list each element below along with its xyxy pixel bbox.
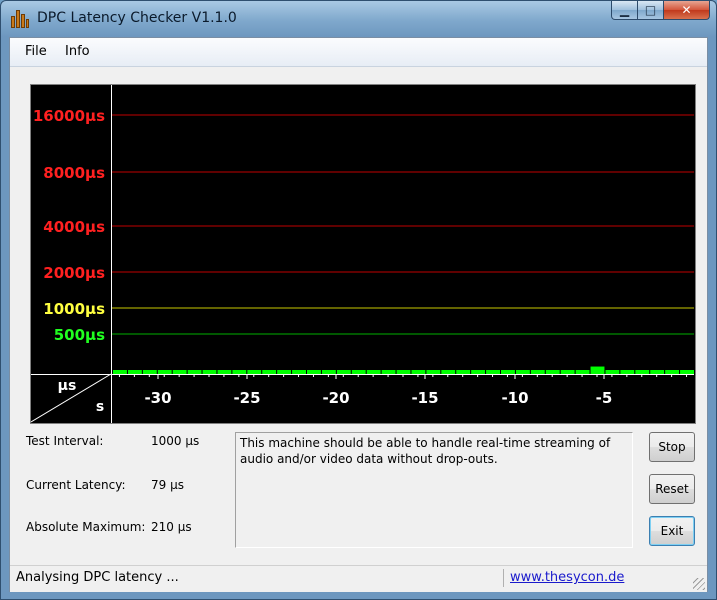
x-tick-label: -20 (322, 389, 349, 407)
latency-bar (381, 370, 396, 374)
latency-bar (307, 370, 321, 374)
stop-button[interactable]: Stop (649, 432, 695, 462)
latency-bar (336, 370, 351, 374)
latency-bar (471, 370, 486, 374)
latency-bar (142, 370, 157, 374)
status-text: Analysing DPC latency ... (16, 570, 179, 585)
window-title: DPC Latency Checker V1.1.0 (37, 10, 237, 26)
latency-bar (157, 370, 172, 374)
x-tick-label: -5 (596, 389, 613, 407)
x-tick-label: -30 (144, 389, 171, 407)
latency-graph: 16000µs 8000µs 4000µs 2000µs 1000µs 500µs µs s -… (30, 84, 696, 424)
latency-bar (560, 370, 575, 374)
y-axis-label: 500µs (54, 326, 105, 344)
y-axis-label: 2000µs (43, 264, 105, 282)
latency-bar (441, 370, 456, 374)
y-axis-label: 1000µs (43, 300, 105, 318)
latency-bar (575, 370, 590, 374)
latency-bar (292, 370, 306, 374)
corner-unit-x: s (96, 399, 104, 415)
latency-bar (277, 370, 292, 374)
close-button[interactable]: ✕ (664, 1, 710, 20)
latency-bar (486, 370, 500, 374)
maximize-button[interactable]: □ (638, 1, 664, 20)
menu-info[interactable]: Info (65, 44, 90, 59)
latency-bar (187, 370, 202, 374)
close-icon: ✕ (681, 3, 692, 17)
latency-bar (366, 370, 381, 374)
latency-bar (515, 370, 530, 374)
app-bars-icon (11, 10, 29, 28)
latency-bar (172, 370, 187, 374)
latency-bar (456, 370, 471, 374)
latency-bar (501, 370, 515, 374)
y-axis-label: 4000µs (43, 218, 105, 236)
latency-bar (680, 370, 694, 374)
test-interval-label: Test Interval: (26, 434, 104, 448)
latency-bar (351, 370, 366, 374)
maximize-icon: □ (644, 3, 657, 17)
status-bar: Analysing DPC latency ... www.thesycon.d… (10, 565, 707, 592)
x-tick-label: -10 (501, 389, 528, 407)
status-separator (503, 569, 504, 587)
absolute-maximum-value: 210 µs (151, 520, 192, 534)
minimize-button[interactable]: ▁ (611, 1, 638, 20)
title-bar[interactable]: DPC Latency Checker V1.1.0 ▁ □ ✕ (1, 1, 716, 35)
latency-bar (605, 370, 620, 374)
absolute-maximum-label: Absolute Maximum: (26, 520, 146, 534)
y-axis-label: 8000µs (43, 164, 105, 182)
latency-bar (411, 370, 426, 374)
reset-button[interactable]: Reset (649, 474, 695, 504)
latency-bar (650, 370, 665, 374)
exit-button[interactable]: Exit (649, 516, 695, 546)
latency-bar (232, 370, 247, 374)
latency-bar (202, 370, 217, 374)
latency-bar (620, 370, 635, 374)
latency-bar (530, 370, 545, 374)
latency-bar (590, 366, 605, 374)
latency-bar (113, 370, 127, 374)
latency-bar (127, 370, 142, 374)
latency-bar (545, 370, 560, 374)
client-area: File Info 16000µs 8000µs 4000µs 2000µs 1000µ… (9, 37, 708, 592)
y-axis-label: 16000µs (33, 107, 105, 125)
latency-bar (247, 370, 262, 374)
menu-file[interactable]: File (25, 44, 47, 59)
minimize-icon: ▁ (619, 3, 630, 17)
latency-bar (321, 370, 336, 374)
latency-bar (262, 370, 277, 374)
current-latency-label: Current Latency: (26, 478, 126, 492)
latency-bar (396, 370, 411, 374)
latency-bar (665, 370, 680, 374)
corner-unit-y: µs (58, 378, 77, 394)
test-interval-value: 1000 µs (151, 434, 200, 448)
latency-bar (217, 370, 232, 374)
latency-bar (635, 370, 650, 374)
x-tick-label: -25 (233, 389, 260, 407)
x-tick-label: -15 (411, 389, 438, 407)
current-latency-value: 79 µs (151, 478, 184, 492)
website-link[interactable]: www.thesycon.de (510, 570, 624, 585)
latency-graph-svg: 16000µs 8000µs 4000µs 2000µs 1000µs 500µs µs s -… (31, 85, 694, 423)
status-message-box: This machine should be able to handle re… (235, 432, 633, 548)
resize-grip-icon[interactable] (693, 578, 705, 590)
app-window: DPC Latency Checker V1.1.0 ▁ □ ✕ File In… (0, 0, 717, 600)
menu-bar: File Info (10, 38, 707, 67)
latency-bar (426, 370, 441, 374)
